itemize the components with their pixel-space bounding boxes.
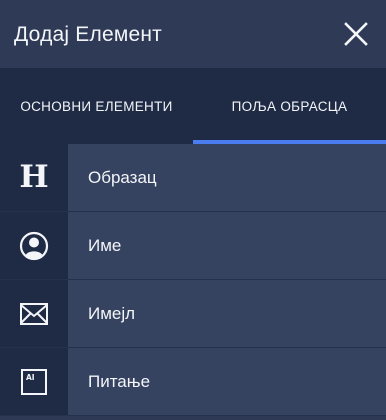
tab-form-fields[interactable]: ПОЉА ОБРАСЦА — [193, 68, 386, 144]
close-icon — [344, 22, 368, 46]
list-item-name[interactable]: Име — [0, 212, 386, 280]
list-item-label: Образац — [68, 144, 386, 211]
tab-basic-elements[interactable]: ОСНОВНИ ЕЛЕМЕНТИ — [0, 68, 193, 144]
list-item-label: Име — [68, 212, 386, 279]
add-element-panel: Додај Елемент ОСНОВНИ ЕЛЕМЕНТИ ПОЉА ОБРА… — [0, 0, 386, 420]
list-item-form[interactable]: H Образац — [0, 144, 386, 212]
list-item-question[interactable]: AI Питање — [0, 348, 386, 416]
list-item-email[interactable]: Имејл — [0, 280, 386, 348]
panel-title: Додај Елемент — [14, 23, 162, 46]
envelope-icon — [20, 302, 48, 325]
user-icon — [19, 231, 49, 260]
element-list: H Образац Име Имејл AI Питање — [0, 144, 386, 416]
panel-header: Додај Елемент — [0, 0, 386, 68]
list-item-label: Имејл — [68, 280, 386, 347]
close-button[interactable] — [342, 20, 370, 48]
heading-icon: H — [19, 159, 49, 195]
tab-bar: ОСНОВНИ ЕЛЕМЕНТИ ПОЉА ОБРАСЦА — [0, 68, 386, 144]
list-item-label: Питање — [68, 348, 386, 415]
ai-box-icon: AI — [21, 368, 47, 395]
svg-text:AI: AI — [26, 373, 35, 382]
